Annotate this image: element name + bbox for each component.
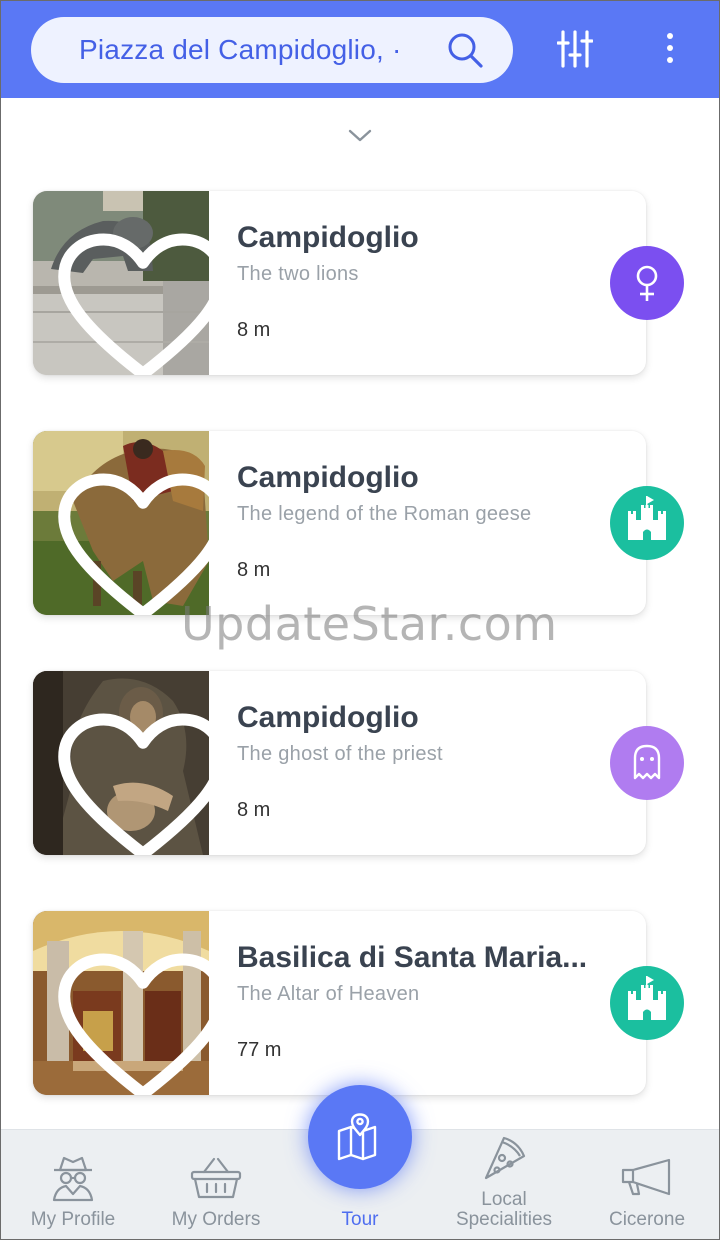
- card-distance: 8 m: [237, 799, 271, 821]
- nav-local-specialities[interactable]: Local Specialities: [439, 1130, 569, 1239]
- card-distance: 8 m: [237, 559, 271, 581]
- chevron-down-icon[interactable]: [347, 127, 373, 145]
- nav-label: My Profile: [30, 1209, 116, 1230]
- more-vertical-icon[interactable]: [661, 31, 679, 67]
- top-app-bar: Piazza del Campidoglio, ·: [1, 1, 719, 98]
- card-distance: 77 m: [237, 1039, 282, 1061]
- category-badge[interactable]: [610, 726, 684, 800]
- card-subtitle: The Altar of Heaven: [237, 983, 420, 1005]
- poi-card[interactable]: Campidoglio The ghost of the priest 8 m: [33, 671, 646, 855]
- heart-icon[interactable]: [55, 937, 209, 1095]
- card-subtitle: The ghost of the priest: [237, 743, 443, 765]
- basket-icon: [190, 1157, 242, 1199]
- sliders-icon[interactable]: [557, 29, 593, 69]
- card-title: Campidoglio: [237, 461, 419, 494]
- tour-map-button[interactable]: [308, 1085, 412, 1189]
- card-thumbnail: [33, 431, 209, 615]
- poi-card[interactable]: Basilica di Santa Maria... The Altar of …: [33, 911, 646, 1095]
- heart-icon[interactable]: [55, 217, 209, 375]
- spy-icon: [52, 1156, 94, 1202]
- category-badge[interactable]: [610, 966, 684, 1040]
- app-screen: Piazza del Campidoglio, · Campidoglio Th…: [0, 0, 720, 1240]
- card-thumbnail: [33, 671, 209, 855]
- card-thumbnail: [33, 911, 209, 1095]
- card-title: Basilica di Santa Maria...: [237, 941, 588, 974]
- poi-card[interactable]: Campidoglio The legend of the Roman gees…: [33, 431, 646, 615]
- nav-label: Specialities: [455, 1209, 553, 1230]
- card-title: Campidoglio: [237, 221, 419, 254]
- nav-label: Local: [481, 1189, 527, 1210]
- heart-icon[interactable]: [55, 697, 209, 855]
- card-title: Campidoglio: [237, 701, 419, 734]
- search-bar[interactable]: Piazza del Campidoglio, ·: [31, 17, 513, 83]
- megaphone-icon: [621, 1158, 671, 1196]
- map-pin-icon: [337, 1113, 377, 1161]
- nav-label: My Orders: [171, 1209, 261, 1230]
- category-badge[interactable]: [610, 246, 684, 320]
- venus-symbol-icon: [636, 265, 658, 301]
- castle-icon: [628, 976, 666, 1020]
- category-badge[interactable]: [610, 486, 684, 560]
- search-input[interactable]: Piazza del Campidoglio, ·: [79, 34, 424, 66]
- pizza-slice-icon: [484, 1136, 526, 1180]
- nav-my-profile[interactable]: My Profile: [9, 1130, 137, 1239]
- poi-card[interactable]: Campidoglio The two lions 8 m: [33, 191, 646, 375]
- castle-icon: [628, 496, 666, 540]
- ghost-icon: [633, 744, 661, 780]
- search-icon[interactable]: [445, 30, 485, 70]
- nav-my-orders[interactable]: My Orders: [151, 1130, 281, 1239]
- watermark: UpdateStar.com: [181, 597, 558, 651]
- card-subtitle: The two lions: [237, 263, 359, 285]
- card-thumbnail: [33, 191, 209, 375]
- nav-label: Cicerone: [608, 1209, 686, 1230]
- nav-cicerone[interactable]: Cicerone: [583, 1130, 711, 1239]
- card-distance: 8 m: [237, 319, 271, 341]
- card-subtitle: The legend of the Roman geese: [237, 503, 532, 525]
- heart-icon[interactable]: [55, 457, 209, 615]
- nav-label: Tour: [341, 1209, 379, 1230]
